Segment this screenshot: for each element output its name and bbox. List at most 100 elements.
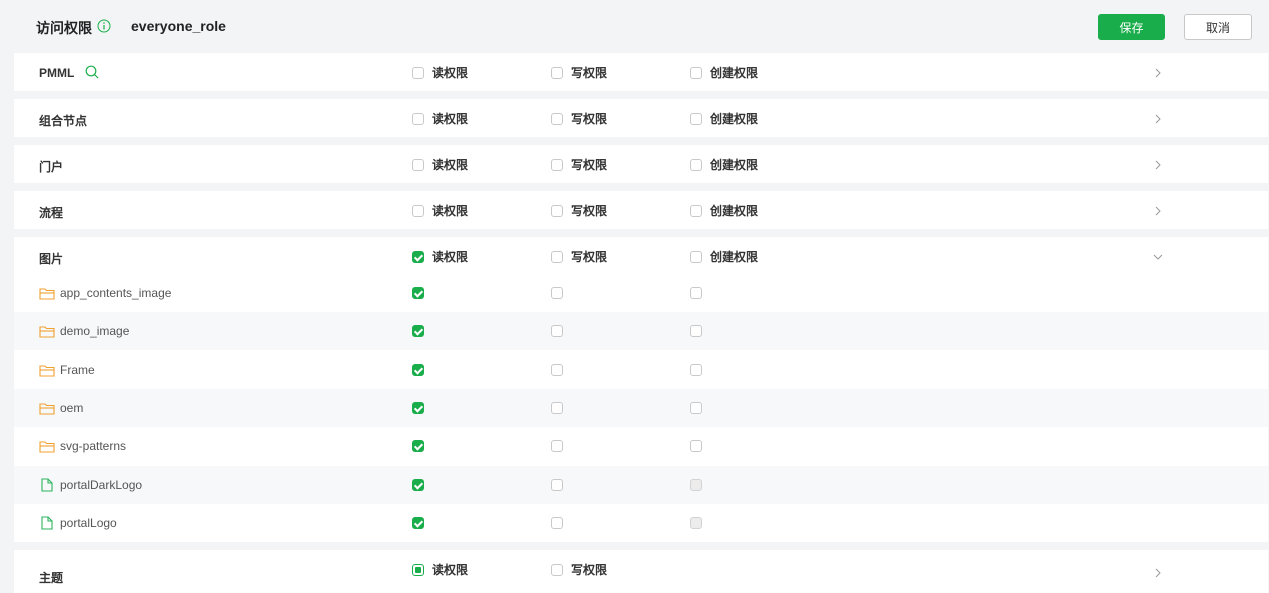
category-row[interactable]: PMML 读权限 写权限 创建权限 <box>14 53 1268 93</box>
item-write-checkbox[interactable] <box>551 516 563 529</box>
category-card: 组合节点 读权限 写权限 创建权限 <box>14 99 1268 137</box>
perm-write-checkbox[interactable]: 写权限 <box>551 64 607 81</box>
item-read-checkbox[interactable] <box>412 401 424 414</box>
perm-write-checkbox[interactable]: 写权限 <box>551 561 607 578</box>
item-write-checkbox[interactable] <box>551 401 563 414</box>
category-row[interactable]: 门户 读权限 写权限 创建权限 <box>14 145 1268 185</box>
category-name: 主题 <box>39 571 64 585</box>
checkbox-box[interactable] <box>551 66 563 79</box>
checkbox-box[interactable] <box>551 250 563 263</box>
perm-create-checkbox[interactable]: 创建权限 <box>690 156 758 173</box>
item-write-checkbox[interactable] <box>551 325 563 338</box>
checkbox-box[interactable] <box>412 112 424 125</box>
item-read-checkbox[interactable] <box>412 478 424 491</box>
folder-icon <box>39 441 55 453</box>
item-create-checkbox[interactable] <box>690 325 702 338</box>
cancel-button[interactable]: 取消 <box>1184 14 1252 40</box>
file-icon <box>41 477 53 492</box>
save-button[interactable]: 保存 <box>1098 14 1165 40</box>
list-item[interactable]: demo_image <box>14 312 1268 351</box>
item-write-checkbox[interactable] <box>551 440 563 453</box>
checkbox-box[interactable] <box>412 250 424 263</box>
perm-read-label: 读权限 <box>432 66 469 80</box>
perm-write-checkbox[interactable]: 写权限 <box>551 156 607 173</box>
item-read-checkbox[interactable] <box>412 287 424 299</box>
category-card: 主题 读权限 写权限 <box>14 550 1268 593</box>
perm-read-checkbox[interactable]: 读权限 <box>412 64 468 81</box>
perm-create-label: 创建权限 <box>710 250 759 264</box>
perm-write-checkbox[interactable]: 写权限 <box>551 248 607 265</box>
perm-read-label: 读权限 <box>432 204 469 218</box>
item-name: oem <box>60 400 84 415</box>
folder-icon <box>39 288 55 300</box>
item-name: svg-patterns <box>60 439 127 454</box>
perm-read-checkbox[interactable]: 读权限 <box>412 561 468 578</box>
checkbox-box[interactable] <box>551 112 563 125</box>
chevron-right-icon[interactable] <box>1152 567 1164 579</box>
perm-write-label: 写权限 <box>571 204 608 218</box>
perm-read-checkbox[interactable]: 读权限 <box>412 248 468 265</box>
perm-read-checkbox[interactable]: 读权限 <box>412 156 468 173</box>
perm-create-checkbox[interactable]: 创建权限 <box>690 248 758 265</box>
item-write-checkbox[interactable] <box>551 478 563 491</box>
item-create-checkbox[interactable] <box>690 287 702 299</box>
perm-create-checkbox[interactable]: 创建权限 <box>690 202 758 219</box>
checkbox-box[interactable] <box>412 66 424 79</box>
item-read-checkbox[interactable] <box>412 440 424 453</box>
perm-create-checkbox[interactable]: 创建权限 <box>690 110 758 127</box>
checkbox-box[interactable] <box>551 563 563 576</box>
chevron-right-icon[interactable] <box>1152 113 1164 125</box>
category-row[interactable]: 主题 读权限 写权限 <box>14 550 1268 590</box>
checkbox-box[interactable] <box>551 204 563 217</box>
folder-icon <box>39 326 55 338</box>
item-write-checkbox[interactable] <box>551 287 563 299</box>
chevron-down-icon[interactable] <box>1152 251 1164 263</box>
list-item[interactable]: oem <box>14 388 1268 427</box>
perm-read-checkbox[interactable]: 读权限 <box>412 110 468 127</box>
perm-write-checkbox[interactable]: 写权限 <box>551 202 607 219</box>
perm-create-checkbox[interactable]: 创建权限 <box>690 64 758 81</box>
checkbox-box[interactable] <box>412 158 424 171</box>
search-icon[interactable] <box>85 65 99 79</box>
list-item[interactable]: portalDarkLogo <box>14 465 1268 504</box>
chevron-right-icon[interactable] <box>1152 67 1164 79</box>
checkbox-box[interactable] <box>412 204 424 217</box>
list-item[interactable]: app_contents_image <box>14 274 1268 312</box>
item-read-checkbox[interactable] <box>412 363 424 376</box>
item-read-checkbox[interactable] <box>412 516 424 529</box>
category-row[interactable]: 组合节点 读权限 写权限 创建权限 <box>14 99 1268 139</box>
category-name: 图片 <box>39 252 64 266</box>
item-write-checkbox[interactable] <box>551 363 563 376</box>
checkbox-box[interactable] <box>690 112 702 125</box>
role-name: everyone_role <box>131 18 226 34</box>
item-read-checkbox[interactable] <box>412 325 424 338</box>
list-item[interactable]: portalLogo <box>14 504 1268 542</box>
chevron-right-icon[interactable] <box>1152 159 1164 171</box>
category-row[interactable]: 流程 读权限 写权限 创建权限 <box>14 191 1268 231</box>
checkbox-box[interactable] <box>690 66 702 79</box>
category-name: 组合节点 <box>39 114 88 128</box>
perm-write-label: 写权限 <box>571 66 608 80</box>
item-name: Frame <box>60 362 95 377</box>
list-item[interactable]: svg-patterns <box>14 427 1268 465</box>
checkbox-box[interactable] <box>690 158 702 171</box>
checkbox-box[interactable] <box>690 204 702 217</box>
item-name: portalDarkLogo <box>60 477 143 492</box>
info-icon[interactable] <box>97 19 111 33</box>
perm-read-checkbox[interactable]: 读权限 <box>412 202 468 219</box>
category-row[interactable]: 图片 读权限 写权限 创建权限 <box>14 237 1268 277</box>
item-create-checkbox[interactable] <box>690 401 702 414</box>
item-create-checkbox[interactable] <box>690 363 702 376</box>
perm-write-checkbox[interactable]: 写权限 <box>551 110 607 127</box>
chevron-right-icon[interactable] <box>1152 205 1164 217</box>
checkbox-box[interactable] <box>690 250 702 263</box>
item-name: portalLogo <box>60 515 117 530</box>
list-item[interactable]: Frame <box>14 351 1268 389</box>
checkbox-box[interactable] <box>412 563 424 576</box>
item-create-checkbox[interactable] <box>690 440 702 453</box>
item-create-checkbox <box>690 516 702 529</box>
page-header: 访问权限 everyone_role 保存 取消 <box>0 0 1269 53</box>
item-name: demo_image <box>60 324 130 339</box>
perm-read-label: 读权限 <box>432 112 469 126</box>
checkbox-box[interactable] <box>551 158 563 171</box>
